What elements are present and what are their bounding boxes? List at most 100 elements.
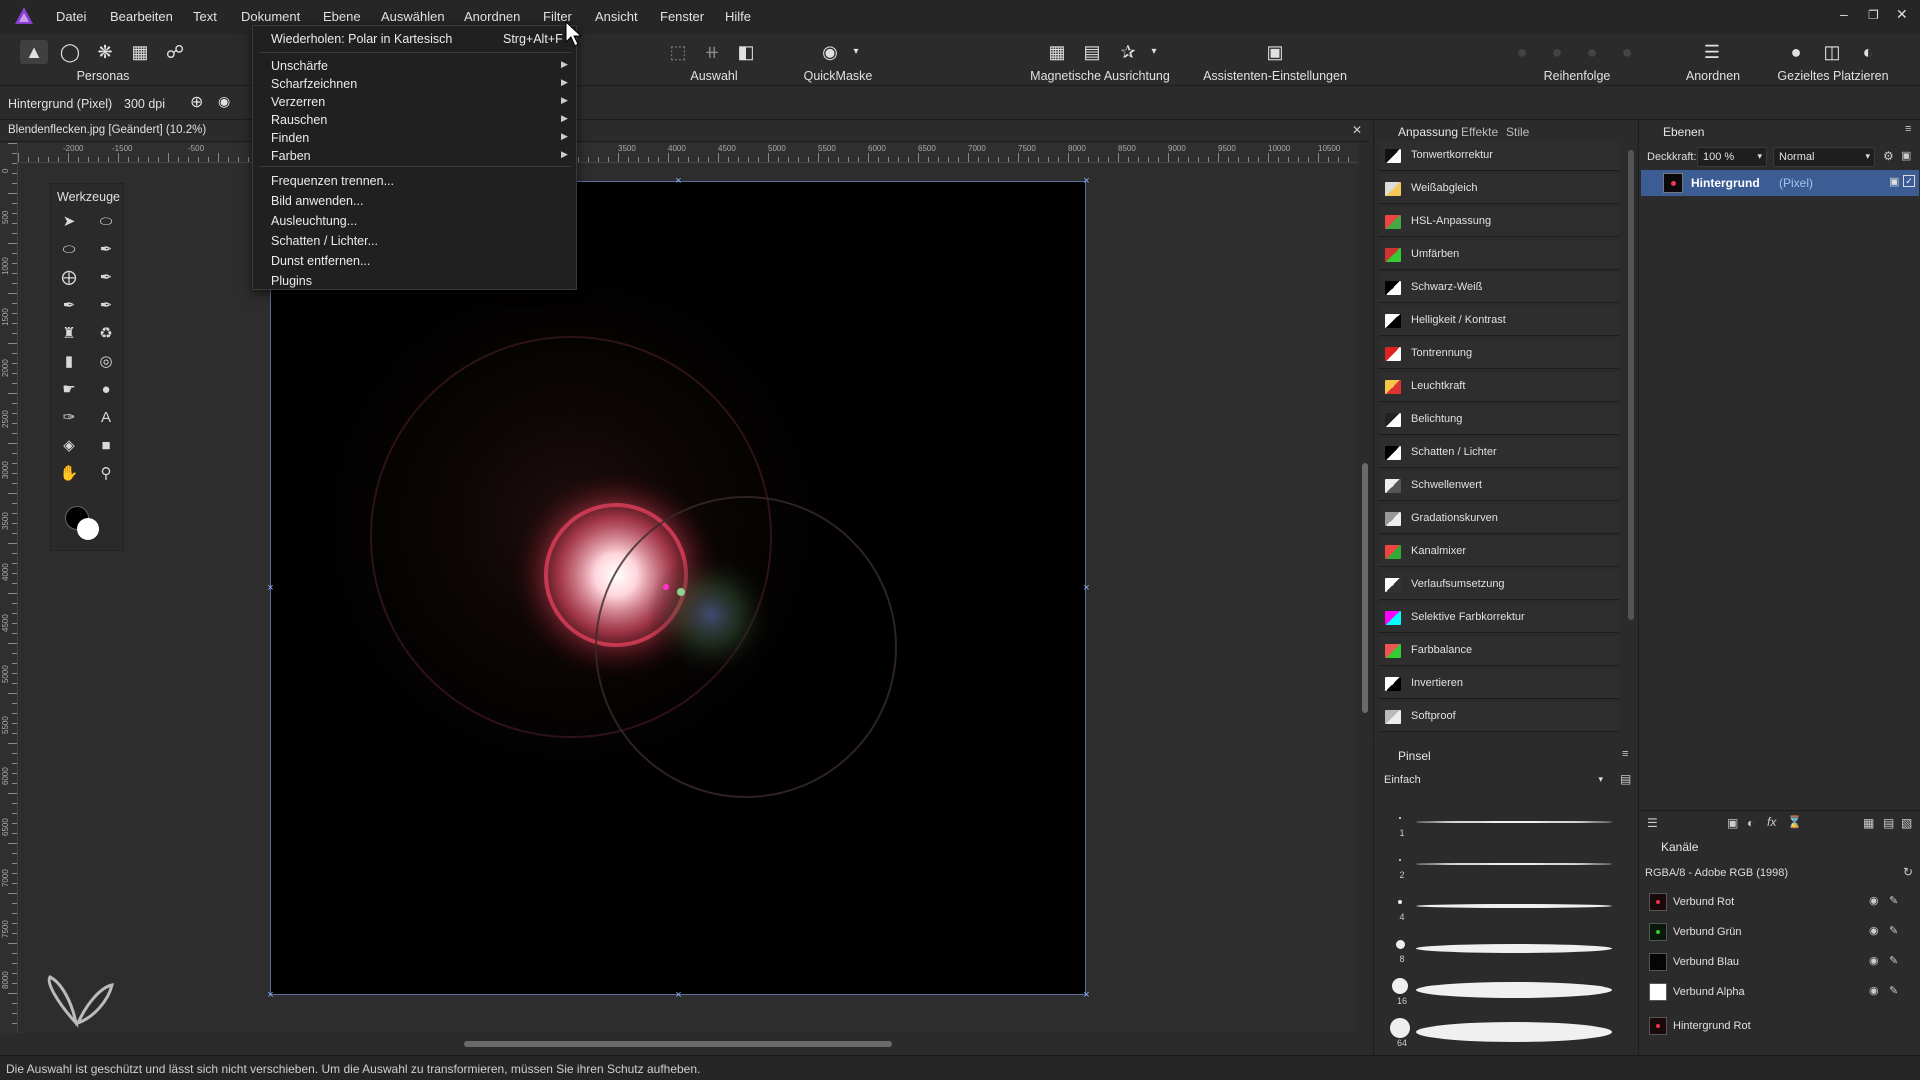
align-icon[interactable]: ☰ xyxy=(1700,40,1724,64)
adjustment-item[interactable]: Schwarz-Weiß xyxy=(1379,273,1619,303)
place-icon[interactable]: ● xyxy=(1784,40,1808,64)
menu-text[interactable]: Text xyxy=(193,9,217,24)
brush-stroke-preview[interactable] xyxy=(1416,821,1612,823)
assistant-icon[interactable]: ▣ xyxy=(1263,40,1287,64)
adjustment-item[interactable]: Helligkeit / Kontrast xyxy=(1379,306,1619,336)
menu-item-submenu[interactable]: Rauschen ▶ xyxy=(271,113,571,127)
canvas-area[interactable]: × × × × × × × × xyxy=(18,163,1358,1033)
paint-brush-icon[interactable]: ✒ xyxy=(58,295,80,317)
place-alt-icon[interactable]: ◫ xyxy=(1820,40,1844,64)
tab-stile[interactable]: Stile xyxy=(1506,125,1529,139)
menu-item-action[interactable]: Bild anwenden... xyxy=(271,194,363,208)
clone-stamp-icon[interactable]: ♜ xyxy=(58,323,80,345)
adjustment-item[interactable]: Weißabgleich xyxy=(1379,174,1619,204)
shape-tool-icon[interactable]: ■ xyxy=(95,435,117,457)
deselect-icon[interactable]: ⧺ xyxy=(700,40,724,64)
fill-icon[interactable]: ☛ xyxy=(58,379,80,401)
brush-stroke-preview[interactable] xyxy=(1416,943,1612,953)
add-layer-icon[interactable]: ▤ xyxy=(1883,816,1894,830)
brush-stroke-preview[interactable] xyxy=(1416,904,1612,908)
document-canvas[interactable] xyxy=(270,181,1086,995)
adjustment-item[interactable]: Leuchtkraft xyxy=(1379,372,1619,402)
place-mode-icon[interactable]: ◐ xyxy=(1856,40,1880,64)
invert-selection-icon[interactable]: ◧ xyxy=(734,40,758,64)
chevron-down-icon[interactable]: ▾ xyxy=(844,40,868,64)
brush-category-select[interactable]: Einfach ▾ xyxy=(1378,770,1610,790)
adjustment-item[interactable]: Tonwertkorrektur xyxy=(1379,141,1619,171)
menu-item-submenu[interactable]: Farben ▶ xyxy=(271,149,571,163)
adjustment-item[interactable]: Belichtung xyxy=(1379,405,1619,435)
tone-mapping-persona-icon[interactable]: ▦ xyxy=(128,40,152,64)
chevron-down-icon[interactable]: ▾ xyxy=(1142,40,1166,64)
pencil-icon[interactable]: ✎ xyxy=(1889,924,1898,937)
menu-item-submenu[interactable]: Verzerren ▶ xyxy=(271,95,571,109)
menu-ebene[interactable]: Ebene xyxy=(323,9,361,24)
selection-brush-icon[interactable]: ⬭ xyxy=(95,211,117,233)
blend-mode-select[interactable]: Normal ▾ xyxy=(1773,147,1875,167)
menu-item-submenu[interactable]: Finden ▶ xyxy=(271,131,571,145)
adjustment-item[interactable]: Verlaufsumsetzung xyxy=(1379,570,1619,600)
transform-handle[interactable]: × xyxy=(674,990,683,1001)
transform-handle[interactable]: × xyxy=(1082,990,1091,1001)
menu-bearbeiten[interactable]: Bearbeiten xyxy=(110,9,173,24)
brush-stroke-preview[interactable] xyxy=(1416,863,1612,865)
move-tool-icon[interactable]: ➤ xyxy=(58,211,80,233)
eyedropper-icon[interactable]: ✒ xyxy=(95,267,117,289)
horizontal-scroll-thumb[interactable] xyxy=(464,1041,892,1047)
transform-handle[interactable]: × xyxy=(1082,583,1091,594)
transform-handle[interactable]: × xyxy=(266,990,275,1001)
menu-item-action[interactable]: Frequenzen trennen... xyxy=(271,174,394,188)
folder-icon[interactable]: ▦ xyxy=(1863,816,1874,830)
adjustment-scroll-thumb[interactable] xyxy=(1628,150,1634,620)
panel-menu-icon[interactable]: ≡ xyxy=(1905,123,1911,135)
vertical-scrollbar[interactable] xyxy=(1358,143,1372,1033)
crosshair-icon[interactable]: ⊕ xyxy=(190,92,203,112)
export-persona-icon[interactable]: ☍ xyxy=(163,40,187,64)
restore-icon[interactable]: ❐ xyxy=(1868,8,1879,22)
pixel-brush-icon[interactable]: ✒ xyxy=(95,295,117,317)
adjustment-item[interactable]: Farbbalance xyxy=(1379,636,1619,666)
gear-icon[interactable]: ⚙ xyxy=(1883,149,1894,163)
pencil-icon[interactable]: ✎ xyxy=(1889,984,1898,997)
photo-persona-button[interactable]: ▲ xyxy=(20,40,48,64)
secondary-color-swatch[interactable] xyxy=(77,518,99,540)
healing-brush-icon[interactable]: ♻ xyxy=(95,323,117,345)
channel-row[interactable]: Verbund Blau ◉ ✎ xyxy=(1643,948,1907,976)
adjustment-item[interactable]: Invertieren xyxy=(1379,669,1619,699)
magnet-icon[interactable]: ✰ xyxy=(1116,40,1140,64)
snap-options-icon[interactable]: ▤ xyxy=(1080,40,1104,64)
crop-tool-icon[interactable]: ⨁ xyxy=(58,267,80,289)
horizontal-scrollbar[interactable] xyxy=(18,1033,1358,1055)
quickmask-icon[interactable]: ◉ xyxy=(818,40,842,64)
eye-icon[interactable]: ◉ xyxy=(1869,924,1879,937)
gradient-tool-icon[interactable]: ◈ xyxy=(58,435,80,457)
refresh-icon[interactable]: ↻ xyxy=(1903,865,1913,879)
menu-item-action[interactable]: Plugins xyxy=(271,274,312,288)
layer-stack-icon[interactable]: ☰ xyxy=(1647,816,1658,830)
channel-row[interactable]: Verbund Alpha ◉ ✎ xyxy=(1643,978,1907,1006)
transform-handle[interactable]: × xyxy=(1082,176,1091,187)
rect-select-icon[interactable]: ⬚ xyxy=(666,40,690,64)
fx-icon[interactable]: fx xyxy=(1767,815,1776,829)
menu-hilfe[interactable]: Hilfe xyxy=(725,9,751,24)
layer-row[interactable]: Hintergrund (Pixel) ▣ ✓ xyxy=(1641,170,1919,196)
menu-auswaehlen[interactable]: Auswählen xyxy=(381,9,445,24)
menu-item-action[interactable]: Dunst entfernen... xyxy=(271,254,370,268)
brush-stroke-preview[interactable] xyxy=(1416,982,1612,998)
move-backward-icon[interactable]: ● xyxy=(1545,40,1569,64)
brush-options-icon[interactable]: ▤ xyxy=(1620,772,1631,786)
develop-persona-icon[interactable]: ❋ xyxy=(93,40,117,64)
move-back-icon[interactable]: ● xyxy=(1510,40,1534,64)
vertical-scroll-thumb[interactable] xyxy=(1362,463,1368,713)
eye-icon[interactable]: ◉ xyxy=(1869,954,1879,967)
adjustment-icon[interactable]: ◐ xyxy=(1747,816,1754,830)
hand-tool-icon[interactable]: ✋ xyxy=(58,463,80,485)
brush-select-icon[interactable]: ✒ xyxy=(95,239,117,261)
opacity-field[interactable]: 100 % ▾ xyxy=(1697,147,1767,167)
transform-handle[interactable]: × xyxy=(266,583,275,594)
pencil-icon[interactable]: ✎ xyxy=(1889,894,1898,907)
tab-effekte[interactable]: Effekte xyxy=(1461,125,1498,139)
close-document-icon[interactable]: ✕ xyxy=(1352,123,1362,137)
adjustment-item[interactable]: Schwellenwert xyxy=(1379,471,1619,501)
menu-anordnen[interactable]: Anordnen xyxy=(464,9,520,24)
